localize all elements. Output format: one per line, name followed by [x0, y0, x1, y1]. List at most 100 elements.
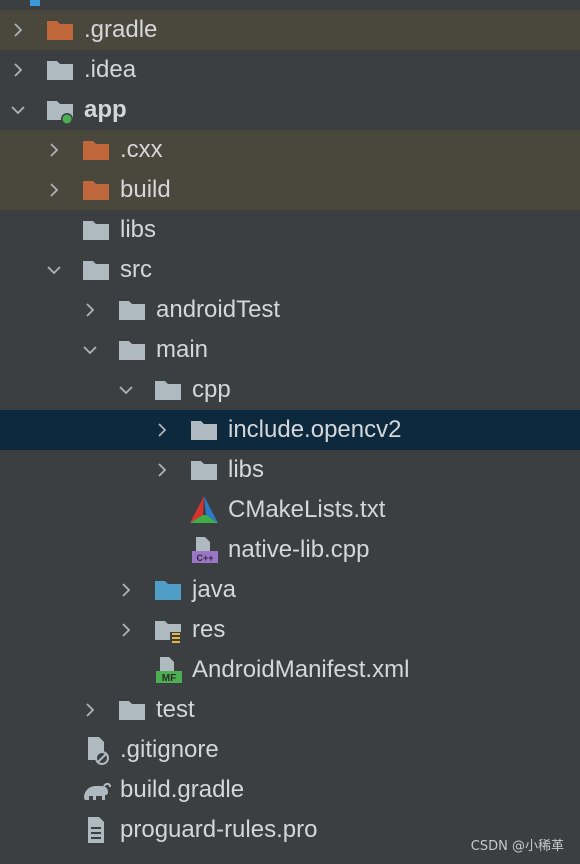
folder-excluded-icon [44, 10, 84, 50]
tree-node[interactable]: src [0, 250, 580, 290]
chevron-right-icon[interactable] [44, 170, 64, 210]
tree-node[interactable]: C++ native-lib.cpp [0, 530, 580, 570]
tree-node-label: AndroidManifest.xml [192, 656, 410, 683]
text-file-icon [88, 817, 104, 843]
chevron-right-icon[interactable] [116, 610, 136, 650]
folder-icon [119, 301, 145, 320]
tree-node-label: libs [120, 216, 157, 243]
tree-node[interactable]: app [0, 90, 580, 130]
cpp-file-icon: C++ [192, 537, 218, 563]
tree-node-label-prefix: . [84, 16, 91, 43]
gradle-elephant-icon [80, 770, 120, 810]
folder-icon [152, 370, 192, 410]
tree-node-label: .gitignore [120, 736, 219, 763]
source-folder-icon [155, 581, 181, 600]
tree-node-label: androidTest [156, 296, 281, 323]
source-folder-icon [152, 570, 192, 610]
folder-icon [116, 290, 156, 330]
tree-node-label: libs [228, 456, 265, 483]
tree-node[interactable]: java [0, 570, 580, 610]
watermark: CSDN @小稀革 [470, 839, 564, 854]
tree-node-label: include.opencv2 [228, 416, 402, 443]
tree-node-label: CMakeLists.txt [228, 496, 386, 523]
folder-excluded-icon [47, 21, 73, 40]
tree-node-label: gradle [90, 16, 158, 43]
tree-node-label: java [192, 576, 237, 603]
chevron-right-icon[interactable] [8, 10, 28, 50]
tree-node-label: src [120, 256, 152, 283]
folder-icon [119, 701, 145, 720]
tree-node-label: build [120, 176, 171, 203]
chevron-down-icon[interactable] [8, 90, 28, 130]
folder-icon [116, 330, 156, 370]
tree-node-label: cpp [192, 376, 231, 403]
chevron-right-icon[interactable] [152, 410, 172, 450]
tree-node-label: proguard-rules.pro [120, 816, 318, 843]
folder-icon [116, 690, 156, 730]
tree-node[interactable]: res [0, 610, 580, 650]
tree-node[interactable]: .gitignore [0, 730, 580, 770]
chevron-right-icon[interactable] [80, 290, 100, 330]
tree-node[interactable]: MF AndroidManifest.xml [0, 650, 580, 690]
cmake-icon [188, 490, 228, 530]
tree-node-label: app [84, 96, 127, 123]
cpp-file-icon: C++ [188, 530, 228, 570]
chevron-right-icon[interactable] [116, 570, 136, 610]
folder-excluded-icon [83, 181, 109, 200]
tree-node[interactable]: androidTest [0, 290, 580, 330]
chevron-right-icon[interactable] [8, 50, 28, 90]
resource-folder-icon [152, 610, 192, 650]
chevron-down-icon[interactable] [44, 250, 64, 290]
text-file-icon [80, 810, 120, 850]
folder-icon [80, 250, 120, 290]
chevron-down-icon[interactable] [116, 370, 136, 410]
folder-icon [44, 50, 84, 90]
module-folder-icon [47, 101, 73, 125]
tree-node[interactable]: include.opencv2 [0, 410, 580, 450]
tree-node-label: test [156, 696, 195, 723]
tree-node-label: build.gradle [120, 776, 245, 803]
folder-icon [188, 450, 228, 490]
resource-folder-icon [155, 621, 181, 644]
tree-node[interactable]: CMakeLists.txt [0, 490, 580, 530]
folder-icon [83, 261, 109, 280]
clipped-project-icon [30, 0, 40, 6]
manifest-file-icon: MF [156, 657, 182, 684]
folder-icon [191, 461, 217, 480]
chevron-right-icon[interactable] [80, 690, 100, 730]
module-folder-icon [44, 90, 84, 130]
folder-icon [119, 341, 145, 360]
folder-icon [80, 210, 120, 250]
tree-node-label: main [156, 336, 209, 363]
project-tree[interactable]: . gradle .idea app .cxx build libs src androidTe… [0, 10, 580, 850]
folder-excluded-icon [83, 141, 109, 160]
folder-icon [155, 381, 181, 400]
tree-node[interactable]: build.gradle [0, 770, 580, 810]
tree-node[interactable]: build [0, 170, 580, 210]
svg-text:MF: MF [162, 673, 176, 684]
gitignore-file-icon [80, 730, 120, 770]
chevron-down-icon[interactable] [80, 330, 100, 370]
folder-icon [188, 410, 228, 450]
folder-icon [191, 421, 217, 440]
tree-node-label: .idea [84, 56, 137, 83]
cmake-icon [190, 496, 218, 523]
tree-node[interactable]: libs [0, 450, 580, 490]
gradle-elephant-icon [84, 782, 111, 800]
folder-excluded-icon [80, 130, 120, 170]
tree-node[interactable]: .cxx [0, 130, 580, 170]
folder-icon [83, 221, 109, 240]
tree-node-label: native-lib.cpp [228, 536, 370, 563]
chevron-right-icon[interactable] [152, 450, 172, 490]
tree-node[interactable]: cpp [0, 370, 580, 410]
tree-node[interactable]: .idea [0, 50, 580, 90]
tree-node[interactable]: main [0, 330, 580, 370]
tree-node-label: res [192, 616, 226, 643]
gitignore-file-icon [88, 737, 109, 765]
svg-text:C++: C++ [196, 553, 213, 563]
tree-node[interactable]: . gradle [0, 10, 580, 50]
folder-excluded-icon [80, 170, 120, 210]
tree-node[interactable]: test [0, 690, 580, 730]
tree-node[interactable]: libs [0, 210, 580, 250]
chevron-right-icon[interactable] [44, 130, 64, 170]
